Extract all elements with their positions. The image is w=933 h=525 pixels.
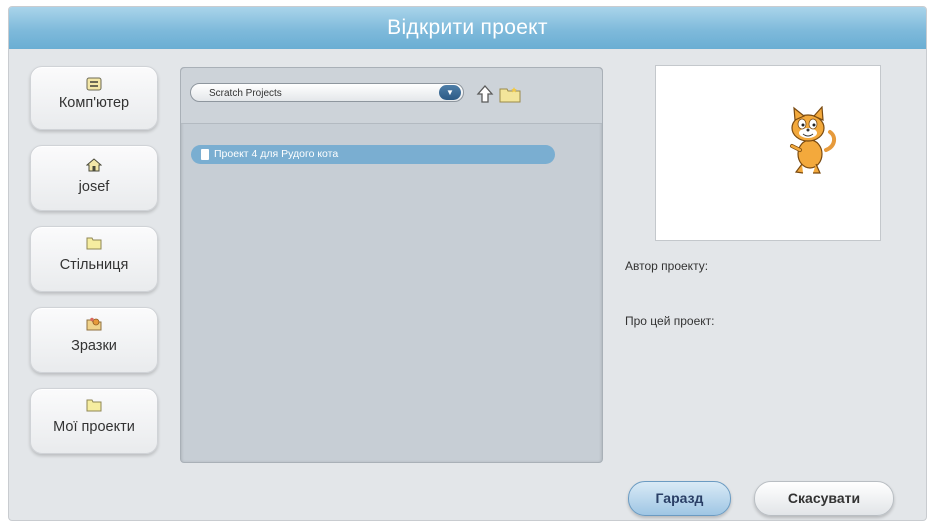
folder-icon [86, 399, 102, 412]
folder-select-value: Scratch Projects [209, 88, 282, 99]
samples-icon [86, 317, 102, 331]
about-label: Про цей проект: [625, 314, 715, 328]
project-preview [655, 65, 881, 241]
file-browser-panel: Scratch Projects ▼ Проект 4 для Рудого к… [180, 67, 603, 463]
folder-icon [86, 237, 102, 250]
location-label: Зразки [71, 338, 117, 354]
location-desktop-button[interactable]: Стільниця [30, 226, 158, 292]
open-project-dialog: Відкрити проект Комп'ютер josef Стільниц… [8, 6, 927, 521]
folder-select[interactable]: Scratch Projects ▼ [190, 83, 464, 102]
file-name: Проект 4 для Рудого кота [214, 148, 339, 160]
location-label: Мої проекти [53, 419, 135, 435]
location-my-projects-button[interactable]: Мої проекти [30, 388, 158, 454]
location-label: Комп'ютер [58, 95, 130, 111]
browser-toolbar: Scratch Projects ▼ [181, 68, 602, 124]
computer-icon [86, 77, 102, 91]
location-label: josef [78, 179, 110, 195]
document-icon [201, 149, 209, 160]
dialog-title: Відкрити проект [9, 7, 926, 49]
cancel-button[interactable]: Скасувати [754, 481, 894, 516]
new-folder-icon[interactable] [499, 86, 521, 103]
ok-button[interactable]: Гаразд [628, 481, 731, 516]
location-computer-button[interactable]: Комп'ютер [30, 66, 158, 130]
up-arrow-icon[interactable] [476, 84, 494, 104]
location-samples-button[interactable]: Зразки [30, 307, 158, 373]
location-label: Стільниця [59, 257, 129, 273]
location-home-button[interactable]: josef [30, 145, 158, 211]
file-list-item[interactable]: Проект 4 для Рудого кота [191, 145, 555, 164]
scratch-cat-icon [790, 106, 837, 174]
chevron-down-icon[interactable]: ▼ [439, 85, 461, 100]
author-label: Автор проекту: [625, 259, 709, 273]
home-icon [86, 158, 102, 172]
